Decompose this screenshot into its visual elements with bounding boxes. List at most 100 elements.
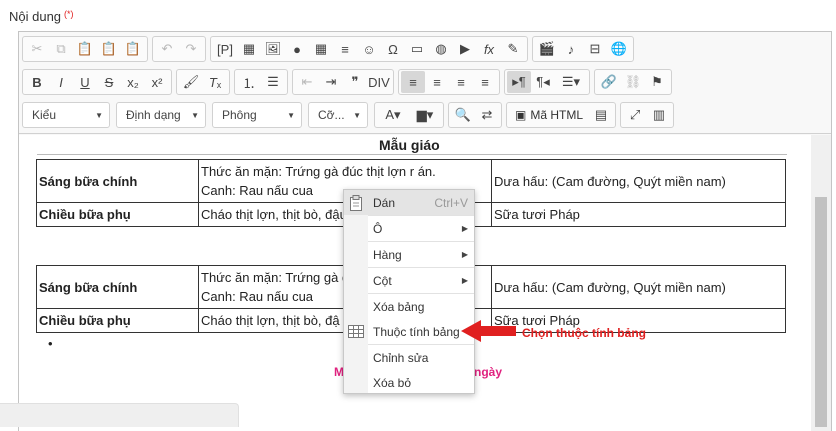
italic-icon[interactable]: I	[49, 71, 73, 93]
insert-group: [P] ▦ 🖼 ● ▦ ≡ ☺ Ω ▭ ◍ ▶ fx ✎	[210, 36, 528, 62]
horizontal-rule-icon[interactable]: ≡	[333, 38, 357, 60]
link-icon[interactable]: 🔗	[597, 71, 621, 93]
cell-line: Thức ăn mặn: Trứng gà đúc thịt lợn r án.	[201, 164, 436, 179]
smiley-icon[interactable]: ☺	[357, 38, 381, 60]
video-icon[interactable]: 🎬	[535, 38, 559, 60]
bold-icon[interactable]: B	[25, 71, 49, 93]
formula-icon[interactable]: fx	[477, 38, 501, 60]
align-right-icon[interactable]: ≡	[449, 71, 473, 93]
table-cell[interactable]: Chiều bữa phụ	[36, 202, 199, 227]
annotation-text: Chọn thuộc tính bảng	[522, 326, 646, 340]
find-icon[interactable]: 🔍	[451, 104, 475, 126]
show-blocks-icon[interactable]: ▥	[647, 104, 671, 126]
align-center-icon[interactable]: ≡	[425, 71, 449, 93]
font-combo-label: Phông	[222, 108, 257, 122]
rtl-icon[interactable]: ¶◂	[531, 71, 555, 93]
ltr-icon[interactable]: ▸¶	[507, 71, 531, 93]
special-char-icon[interactable]: Ω	[381, 38, 405, 60]
numbered-list-icon[interactable]: ⒈	[237, 71, 261, 93]
menu-item-column[interactable]: Cột ▶	[344, 268, 474, 293]
minus-box-icon[interactable]: ⊟	[583, 38, 607, 60]
find-group: 🔍 ⇄	[448, 102, 502, 128]
style-combo-label: Kiểu	[32, 108, 57, 122]
format-combo-label: Định dạng	[126, 108, 181, 122]
indent-icon[interactable]: ⇥	[319, 71, 343, 93]
audio-icon[interactable]: ♪	[559, 38, 583, 60]
form-icon[interactable]: ▦	[237, 38, 261, 60]
context-menu: Dán Ctrl+V Ô ▶ Hàng ▶ Cột ▶ Xóa bảng Thu…	[343, 189, 475, 394]
size-combo[interactable]: Cỡ... ▼	[308, 102, 368, 128]
outdent-icon[interactable]: ⇤	[295, 71, 319, 93]
placeholder-icon[interactable]: [P]	[213, 38, 237, 60]
list-group: ⒈ ☰	[234, 69, 288, 95]
menu-item-paste[interactable]: Dán Ctrl+V	[344, 190, 474, 215]
align-group: ≡ ≡ ≡ ≡	[398, 69, 500, 95]
menu-item-remove[interactable]: Xóa bỏ	[344, 370, 474, 395]
table-cell[interactable]: Dưa hấu: (Cam đường, Quýt miền nam)	[491, 159, 786, 203]
menu-item-edit[interactable]: Chỉnh sửa	[344, 345, 474, 370]
required-mark: (*)	[64, 9, 74, 19]
paste-text-icon[interactable]: 📋	[97, 38, 121, 60]
maximize-icon[interactable]: ⤢	[623, 104, 647, 126]
table-icon[interactable]: ▦	[309, 38, 333, 60]
source-group: ▣ Mã HTML ▤	[506, 102, 617, 128]
undo-icon[interactable]: ↶	[155, 38, 179, 60]
strikethrough-icon[interactable]: S	[97, 71, 121, 93]
font-combo[interactable]: Phông ▼	[212, 102, 302, 128]
vertical-scrollbar[interactable]	[811, 135, 831, 431]
paste-icon[interactable]: 📋	[73, 38, 97, 60]
menu-item-shortcut: Ctrl+V	[434, 195, 468, 210]
copy-icon[interactable]: ⧉	[49, 38, 73, 60]
brush-icon[interactable]: ✎	[501, 38, 525, 60]
submenu-arrow-icon: ▶	[461, 224, 468, 233]
redo-icon[interactable]: ↷	[179, 38, 203, 60]
youtube-icon[interactable]: ▶	[453, 38, 477, 60]
menu-item-delete-table[interactable]: Xóa bảng	[344, 294, 474, 319]
align-justify-icon[interactable]: ≡	[473, 71, 497, 93]
menu-item-table-properties[interactable]: Thuộc tính bảng	[344, 319, 474, 344]
bulleted-list-icon[interactable]: ☰	[261, 71, 285, 93]
flash-icon[interactable]: ●	[285, 38, 309, 60]
subscript-icon[interactable]: x₂	[121, 71, 145, 93]
table-cell[interactable]: Sáng bữa chính	[36, 159, 199, 203]
scrollbar-thumb[interactable]	[815, 197, 827, 427]
media-group: 🎬 ♪ ⊟ 🌐	[532, 36, 634, 62]
menu-item-row[interactable]: Hàng ▶	[344, 242, 474, 267]
replace-icon[interactable]: ⇄	[475, 104, 499, 126]
unlink-icon[interactable]: ⛓	[621, 71, 645, 93]
table-cell[interactable]: Chiều bữa phụ	[36, 308, 199, 333]
copy-format-icon[interactable]: 🖌	[179, 71, 203, 93]
align-left-icon[interactable]: ≡	[401, 71, 425, 93]
menu-item-label: Dán	[373, 195, 396, 210]
language-icon[interactable]: ☰▾	[555, 71, 587, 93]
table-cell[interactable]: Dưa hấu: (Cam đường, Quýt miền nam)	[491, 265, 786, 309]
direction-group: ▸¶ ¶◂ ☰▾	[504, 69, 590, 95]
image-icon[interactable]: 🖼	[261, 38, 285, 60]
field-label-text: Nội dung	[9, 9, 62, 24]
table-cell[interactable]: Sữa tươi Pháp	[491, 202, 786, 227]
basic-style-group: B I U S x₂ x²	[22, 69, 172, 95]
bg-color-icon[interactable]: ▆▾	[409, 104, 441, 126]
templates-icon[interactable]: ▤	[589, 104, 613, 126]
iframe-icon[interactable]: ▭	[405, 38, 429, 60]
earth-icon[interactable]: 🌐	[607, 38, 631, 60]
indent-group: ⇤ ⇥ ❞ DIV	[292, 69, 394, 95]
superscript-icon[interactable]: x²	[145, 71, 169, 93]
menu-item-label: Xóa bảng	[373, 299, 425, 314]
source-button[interactable]: ▣ Mã HTML	[509, 104, 589, 126]
globe-icon[interactable]: ◍	[429, 38, 453, 60]
anchor-flag-icon[interactable]: ⚑	[645, 71, 669, 93]
menu-item-cell[interactable]: Ô ▶	[344, 216, 474, 241]
paste-word-icon[interactable]: 📋	[121, 38, 145, 60]
cut-icon[interactable]: ✂	[25, 38, 49, 60]
remove-format-icon[interactable]: Tₓ	[203, 71, 227, 93]
table-cell[interactable]: Sáng bữa chính	[36, 265, 199, 309]
underline-icon[interactable]: U	[73, 71, 97, 93]
style-combo[interactable]: Kiểu ▼	[22, 102, 110, 128]
blockquote-icon[interactable]: ❞	[343, 71, 367, 93]
clipboard-group: ✂ ⧉ 📋 📋 📋	[22, 36, 148, 62]
text-color-icon[interactable]: A▾	[377, 104, 409, 126]
horizontal-rule	[37, 154, 787, 155]
div-container-icon[interactable]: DIV	[367, 71, 391, 93]
format-combo[interactable]: Định dạng ▼	[116, 102, 206, 128]
